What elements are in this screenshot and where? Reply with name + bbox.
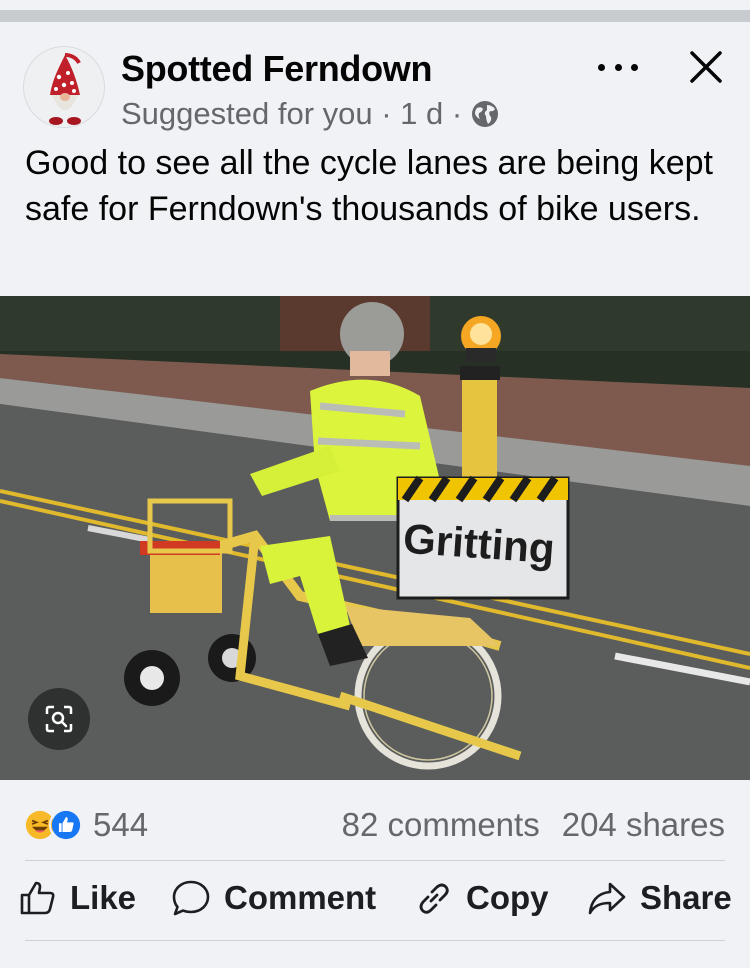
dot: [598, 63, 605, 71]
more-options-button[interactable]: [598, 52, 638, 82]
link-icon: [419, 883, 449, 914]
reaction-count: 544: [93, 806, 149, 843]
post-photo[interactable]: Gritting: [0, 296, 750, 780]
share-button[interactable]: Share: [586, 878, 732, 918]
comment-button[interactable]: Comment: [170, 878, 376, 918]
gnome-icon: [49, 53, 81, 125]
shares-count[interactable]: 204 shares: [562, 806, 725, 844]
like-button[interactable]: Like: [18, 878, 136, 918]
page-avatar[interactable]: [23, 46, 105, 128]
post-stats: 82 comments 204 shares: [342, 806, 725, 844]
photo-illustration: Gritting: [0, 296, 750, 780]
post-meta-text: Suggested for you · 1 d ·: [121, 96, 463, 131]
page-name[interactable]: Spotted Ferndown: [121, 48, 432, 90]
like-icon: [49, 808, 83, 842]
scan-icon: [45, 705, 73, 733]
comment-label: Comment: [224, 879, 377, 916]
divider: [25, 940, 725, 941]
action-bar: Like Comment Copy Share: [0, 878, 750, 926]
globe-icon[interactable]: [470, 99, 500, 129]
reactions-summary[interactable]: 544: [23, 806, 148, 844]
copy-link-button[interactable]: Copy: [414, 878, 549, 918]
dot: [631, 63, 638, 71]
top-bar: [0, 0, 750, 24]
like-label: Like: [70, 879, 137, 916]
copy-label: Copy: [466, 879, 549, 916]
share-icon: [588, 882, 626, 915]
visual-search-button[interactable]: [28, 688, 90, 750]
feed-post: Spotted Ferndown Suggested for you · 1 d…: [0, 22, 750, 968]
comments-count[interactable]: 82 comments: [342, 806, 540, 844]
post-meta: Suggested for you · 1 d ·: [121, 96, 500, 132]
close-icon[interactable]: [686, 47, 726, 87]
share-label: Share: [640, 879, 732, 916]
dot: [614, 63, 622, 71]
comment-icon: [172, 880, 210, 916]
top-divider: [0, 10, 750, 22]
post-body-text: Good to see all the cycle lanes are bein…: [25, 144, 713, 228]
divider: [25, 860, 725, 861]
thumbs-up-icon: [20, 881, 55, 915]
